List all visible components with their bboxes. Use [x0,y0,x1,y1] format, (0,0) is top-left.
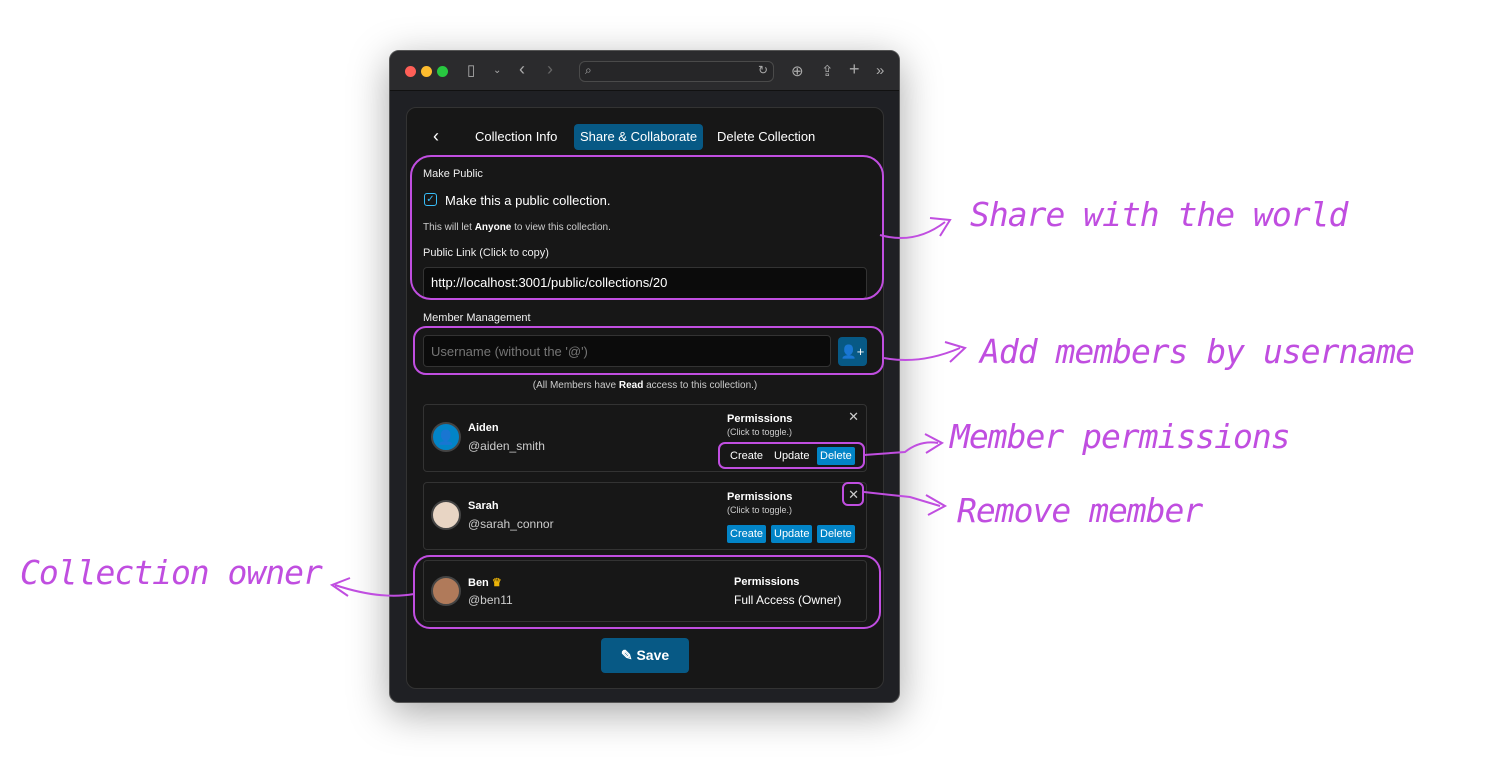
owner-name: Ben [468,577,489,589]
save-label: Save [636,647,670,663]
read-note-post: access to this collection.) [643,380,758,391]
annotation-remove-member: Remove member [957,491,1203,530]
close-window-button[interactable] [405,66,416,77]
chevron-down-icon[interactable]: ⌄ [493,65,501,76]
public-desc-post: to view this collection. [511,222,611,233]
tab-share-collaborate[interactable]: Share & Collaborate [574,124,704,150]
collection-modal: ‹ Collection Info Share & Collaborate De… [406,107,884,689]
avatar [431,500,461,530]
public-link-label: Public Link (Click to copy) [423,247,549,259]
permissions-hint: (Click to toggle.) [727,505,793,515]
reload-icon[interactable]: ↻ [758,63,768,77]
annotation-owner: Collection owner [20,553,323,592]
sidebar-icon[interactable]: ▯ [467,61,475,79]
tab-bar: ‹ Collection Info Share & Collaborate De… [407,124,883,150]
perm-create-toggle[interactable]: Create [727,525,767,543]
owner-card: Ben ♛ @ben11 Permissions Full Access (Ow… [423,560,867,622]
add-user-icon: 👤+ [840,344,865,359]
forward-icon[interactable]: › [547,59,553,80]
address-bar[interactable]: ⌕ ↻ [579,61,774,82]
member-username: @aiden_smith [468,439,545,453]
perm-update-toggle[interactable]: Update [771,525,813,543]
tab-collection-info[interactable]: Collection Info [469,124,563,150]
add-member-button[interactable]: 👤+ [838,337,867,366]
member-management-heading: Member Management [423,312,531,324]
perm-delete-toggle[interactable]: Delete [817,525,855,543]
member-username: @sarah_connor [468,517,554,531]
zoom-window-button[interactable] [437,66,448,77]
remove-member-button[interactable]: ✕ [848,487,859,503]
browser-toolbar: ▯ ⌄ ‹ › ⌕ ↻ ⊕ ⇪ + » [390,51,899,91]
avatar: 👤 [431,422,461,452]
perm-create-toggle[interactable]: Create [727,447,766,465]
owner-username: @ben11 [468,593,513,607]
permissions-heading: Permissions [727,413,793,425]
annotation-share: Share with the world [970,195,1348,234]
member-card: Sarah @sarah_connor Permissions (Click t… [423,482,867,550]
annotation-permissions: Member permissions [950,417,1291,456]
username-input[interactable] [423,335,831,367]
read-note-bold: Read [618,380,644,391]
public-checkbox[interactable]: ✓ [424,193,437,206]
download-icon[interactable]: ⊕ [791,62,804,80]
public-desc-pre: This will let [423,222,475,233]
crown-icon: ♛ [491,577,502,589]
minimize-window-button[interactable] [421,66,432,77]
member-name: Sarah [468,500,499,512]
browser-window: ▯ ⌄ ‹ › ⌕ ↻ ⊕ ⇪ + » ‹ Collection Info Sh… [389,50,900,703]
member-card: 👤 Aiden @aiden_smith Permissions (Click … [423,404,867,472]
perm-delete-toggle[interactable]: Delete [817,447,855,465]
permissions-heading: Permissions [734,576,800,588]
perm-update-toggle[interactable]: Update [771,447,812,465]
public-desc-bold: Anyone [474,222,512,233]
share-icon[interactable]: ⇪ [821,62,834,80]
read-note-pre: (All Members have [532,380,619,391]
permissions-hint: (Click to toggle.) [727,427,793,437]
more-icon[interactable]: » [876,62,884,79]
back-button[interactable]: ‹ [427,124,445,150]
public-checkbox-label[interactable]: Make this a public collection. [445,193,610,208]
back-icon[interactable]: ‹ [519,59,525,80]
public-link-field[interactable]: http://localhost:3001/public/collections… [423,267,867,299]
make-public-heading: Make Public [423,168,483,180]
owner-permission-value: Full Access (Owner) [734,593,842,607]
save-button[interactable]: ✎ Save [601,638,689,673]
new-tab-icon[interactable]: + [849,59,860,80]
permissions-heading: Permissions [727,491,793,503]
search-icon: ⌕ [585,63,592,77]
avatar [431,576,461,606]
remove-member-button[interactable]: ✕ [848,409,859,425]
edit-icon: ✎ [620,647,633,663]
tab-delete-collection[interactable]: Delete Collection [711,124,821,150]
member-name: Aiden [468,422,499,434]
annotation-add-members: Add members by username [980,332,1415,371]
